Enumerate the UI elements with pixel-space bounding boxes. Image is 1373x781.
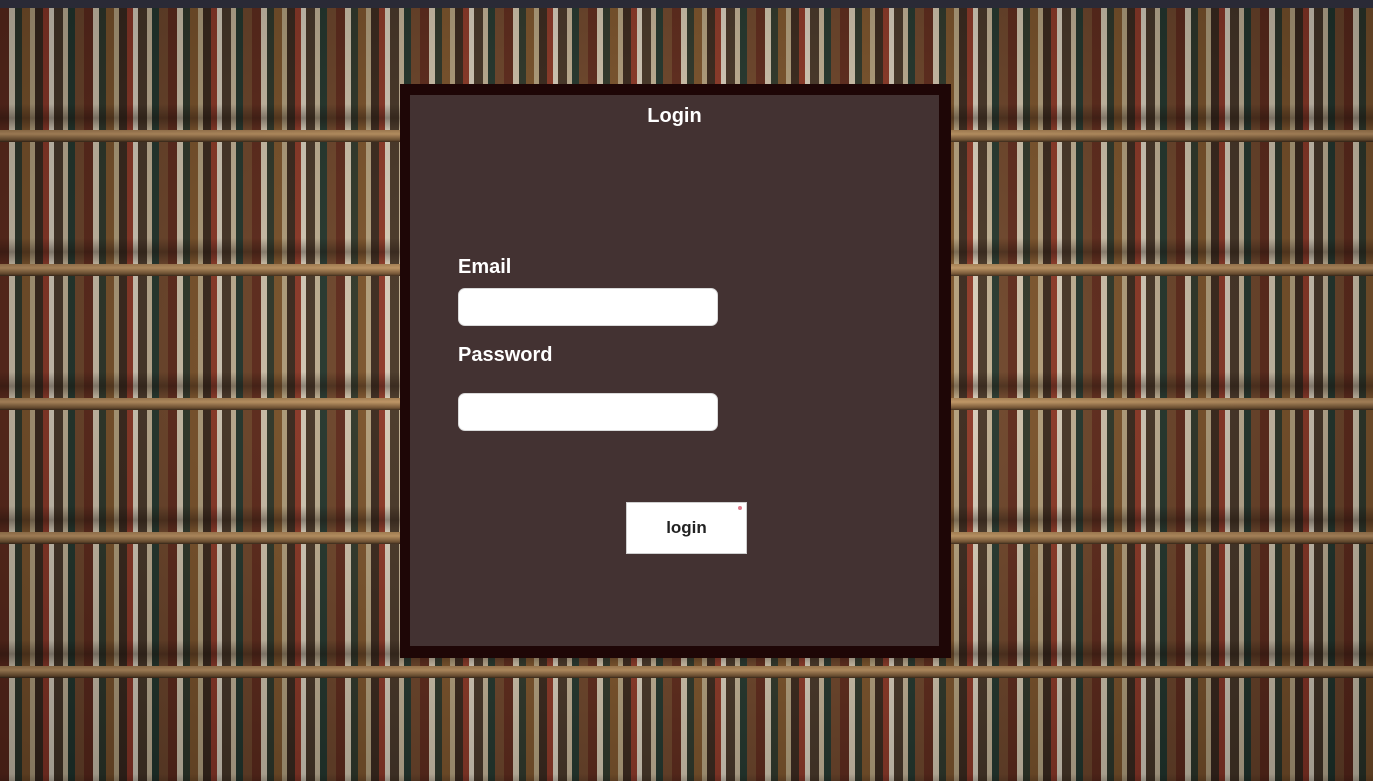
login-button-label: login — [666, 518, 707, 537]
email-field[interactable] — [458, 288, 718, 326]
password-field[interactable] — [458, 393, 718, 431]
password-label: Password — [458, 344, 553, 366]
email-label: Email — [458, 256, 512, 278]
login-panel-frame: Login Email Password login — [400, 84, 951, 658]
app-window: Login Email Password login — [0, 0, 1373, 781]
focus-indicator-icon — [738, 506, 742, 510]
login-button[interactable]: login — [626, 502, 747, 554]
login-title: Login — [647, 105, 702, 127]
login-panel: Login Email Password login — [410, 95, 939, 646]
window-top-bar — [0, 0, 1373, 8]
